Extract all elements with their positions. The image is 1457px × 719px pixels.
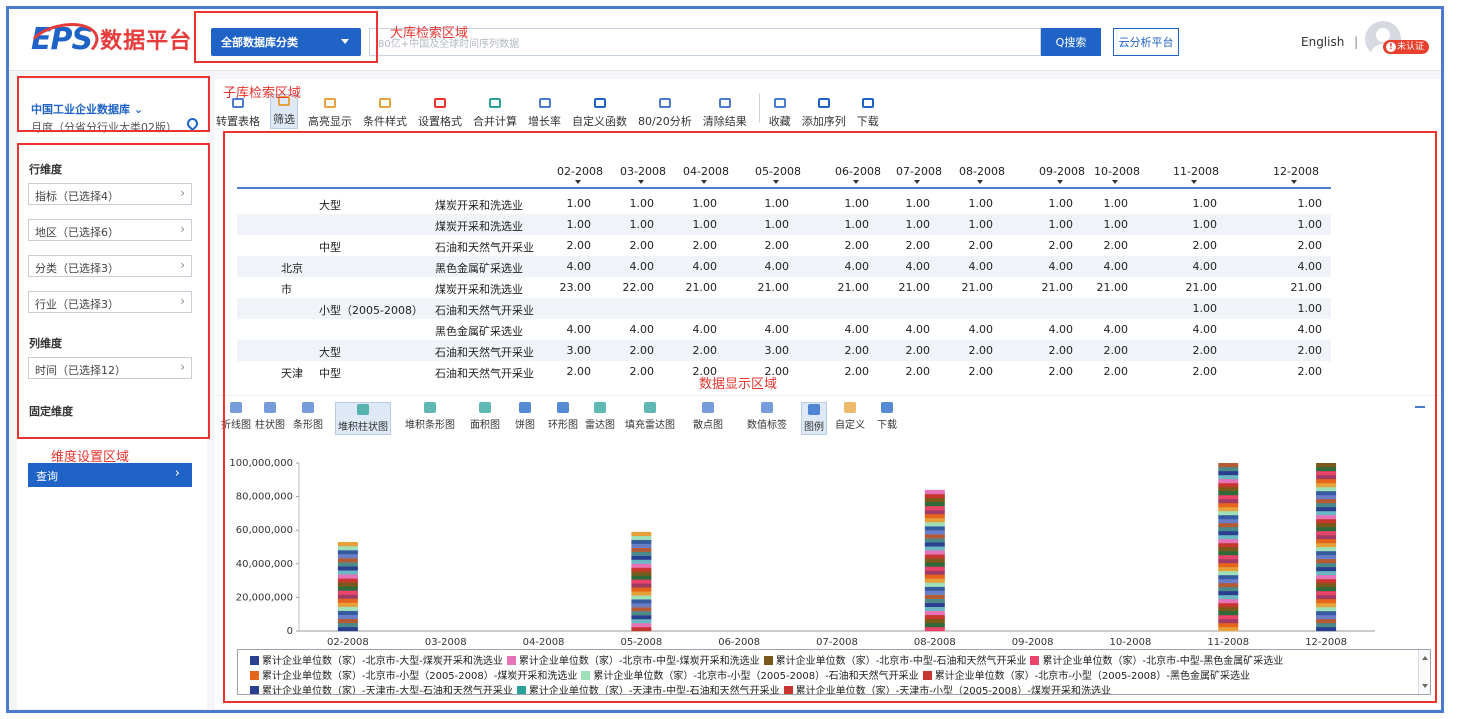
query-label: 查询 — [36, 470, 58, 483]
toolbar-btn-9[interactable]: 清除结果 — [702, 98, 748, 129]
toolbar-label: 增长率 — [528, 115, 561, 128]
toolbar-icon-7 — [593, 98, 606, 108]
toolbar-icon-11 — [817, 98, 830, 108]
annotation-box-main-search — [194, 11, 378, 63]
app-frame: EPS 数据平台 全部数据库分类 80亿+中国及全球时间序列数据 Q搜索 云分析… — [6, 6, 1444, 713]
language-switch[interactable]: English | — [1301, 35, 1358, 49]
annotation-main-search: 大库检索区域 — [390, 26, 469, 41]
toolbar-btn-3[interactable]: 条件样式 — [362, 98, 408, 129]
language-label: English — [1301, 35, 1345, 49]
query-button[interactable]: 查询 › — [28, 463, 192, 487]
annotation-dimension: 维度设置区域 — [51, 450, 130, 465]
separator: | — [1354, 35, 1359, 49]
unauth-badge[interactable]: ! 未认证 — [1383, 40, 1430, 54]
chevron-right-icon: › — [174, 466, 180, 481]
annotation-box-data-display — [223, 131, 1437, 703]
search-button[interactable]: Q搜索 — [1041, 28, 1101, 56]
toolbar-label: 80/20分析 — [638, 115, 692, 128]
toolbar-label: 筛选 — [273, 113, 295, 126]
toolbar-btn-6[interactable]: 增长率 — [527, 98, 562, 129]
toolbar-icon-4 — [434, 98, 446, 108]
exclamation-icon: ! — [1386, 42, 1396, 52]
cloud-analysis-button[interactable]: 云分析平台 — [1113, 28, 1179, 56]
toolbar-icon-9 — [718, 98, 731, 108]
toolbar-icon-8 — [658, 98, 671, 108]
toolbar-btn-5[interactable]: 合并计算 — [472, 98, 518, 129]
toolbar-label: 添加序列 — [801, 115, 846, 128]
search-button-label: Q搜索 — [1055, 36, 1087, 49]
annotation-box-sub-search — [17, 76, 210, 132]
toolbar-btn-7[interactable]: 自定义函数 — [571, 98, 628, 129]
toolbar-separator — [758, 93, 760, 123]
main-search-input[interactable]: 80亿+中国及全球时间序列数据 — [369, 28, 1041, 56]
toolbar-label: 自定义函数 — [572, 115, 627, 128]
annotation-data-display: 数据显示区域 — [699, 377, 778, 392]
toolbar-label: 转置表格 — [216, 115, 260, 128]
logo[interactable]: EPS 数据平台 — [31, 19, 192, 59]
annotation-sub-search: 子库检索区域 — [223, 86, 302, 101]
toolbar-btn-0[interactable]: 转置表格 — [215, 98, 261, 129]
toolbar-btn-11[interactable]: 添加序列 — [801, 98, 847, 129]
toolbar-btn-12[interactable]: 下载 — [856, 98, 880, 129]
annotation-box-dimension — [17, 143, 210, 439]
toolbar-btn-10[interactable]: 收藏 — [768, 98, 792, 129]
toolbar-icon-10 — [773, 98, 786, 108]
toolbar-icon-2 — [324, 98, 336, 108]
toolbar-btn-8[interactable]: 80/20分析 — [637, 98, 693, 129]
toolbar-label: 合并计算 — [473, 115, 517, 128]
toolbar-icon-5 — [489, 98, 501, 108]
toolbar-icon-6 — [538, 98, 551, 108]
toolbar-btn-4[interactable]: 设置格式 — [417, 98, 463, 129]
unauth-label: 未认证 — [1397, 42, 1425, 52]
toolbar-btn-2[interactable]: 高亮显示 — [307, 98, 353, 129]
toolbar-label: 高亮显示 — [308, 115, 352, 128]
toolbar-label: 收藏 — [768, 115, 791, 128]
toolbar-label: 下载 — [856, 115, 879, 128]
toolbar-label: 设置格式 — [418, 115, 462, 128]
table-toolbar: 转置表格 筛选 高亮显示 条件样式 设置格式 合并计算 增长率 自定义函数 80/20分析 清除结… — [215, 87, 889, 129]
platform-title: 数据平台 — [100, 29, 193, 54]
toolbar-label: 清除结果 — [702, 115, 747, 128]
toolbar-icon-3 — [379, 98, 391, 108]
toolbar-label: 条件样式 — [363, 115, 407, 128]
eps-logo-text: EPS — [31, 21, 93, 57]
toolbar-icon-12 — [861, 98, 874, 108]
